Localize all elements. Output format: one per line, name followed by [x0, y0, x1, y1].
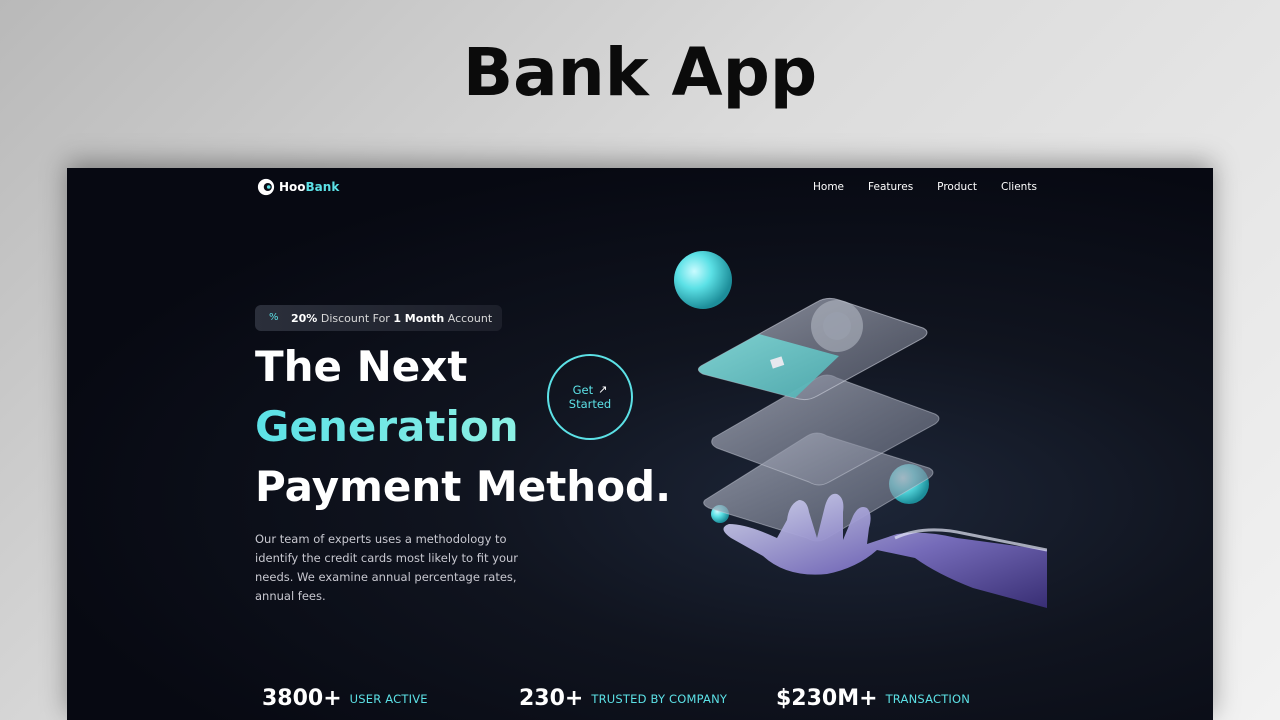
get-started-button[interactable]: Get ↗ Started: [547, 354, 633, 440]
hero-description: Our team of experts uses a methodology t…: [255, 532, 519, 603]
hero-heading-line1: The Next: [255, 342, 468, 391]
logo[interactable]: HooBank: [257, 178, 339, 196]
arrow-up-right-icon: ↗: [598, 383, 608, 396]
sphere-large: [674, 251, 732, 309]
stat-label: TRUSTED BY COMPANY: [591, 691, 728, 706]
stat-companies: 230+ TRUSTED BY COMPANY: [519, 686, 776, 711]
badge-text: 20% Discount For 1 Month Account: [291, 312, 492, 325]
badge-text2: Account: [447, 311, 493, 325]
stat-label: TRANSACTION: [885, 691, 971, 706]
nav-clients[interactable]: Clients: [1001, 181, 1037, 193]
stat-value: $230M+: [776, 686, 878, 711]
stat-users: 3800+ USER ACTIVE: [262, 686, 519, 711]
banner-title: Bank App: [462, 34, 818, 111]
logo-text: HooBank: [279, 180, 339, 194]
hero-heading-line3: Payment Method.: [255, 462, 672, 511]
stat-value: 230+: [519, 686, 584, 711]
logo-prefix: Hoo: [279, 180, 306, 194]
hoobank-logo-icon: [257, 178, 275, 196]
main-nav: Home Features Product Clients: [813, 181, 1037, 193]
stats-bar: 3800+ USER ACTIVE 230+ TRUSTED BY COMPAN…: [262, 686, 970, 711]
stat-label: USER ACTIVE: [349, 691, 428, 706]
cta-line2: Started: [568, 397, 612, 411]
card-top: [697, 297, 928, 401]
nav-product[interactable]: Product: [937, 181, 977, 193]
stat-value: 3800+: [262, 686, 342, 711]
robot-hand-cards-illustration: [674, 251, 1047, 608]
discount-badge: % 20% Discount For 1 Month Account: [255, 305, 503, 331]
badge-text1: Discount For: [320, 311, 390, 325]
discount-icon: %: [269, 312, 279, 323]
logo-suffix: Bank: [305, 180, 340, 194]
badge-highlight: 1 Month: [393, 311, 445, 325]
website-screenshot: HooBank Home Features Product Clients % …: [67, 168, 1213, 720]
cta-line1: Get: [572, 383, 594, 397]
nav-features[interactable]: Features: [868, 181, 913, 193]
cta-row: Get ↗: [573, 383, 608, 397]
badge-percent: 20%: [291, 311, 318, 325]
stat-transactions: $230M+ TRANSACTION: [776, 686, 970, 711]
hero-heading-line2: Generation: [255, 402, 519, 451]
nav-home[interactable]: Home: [813, 181, 844, 193]
